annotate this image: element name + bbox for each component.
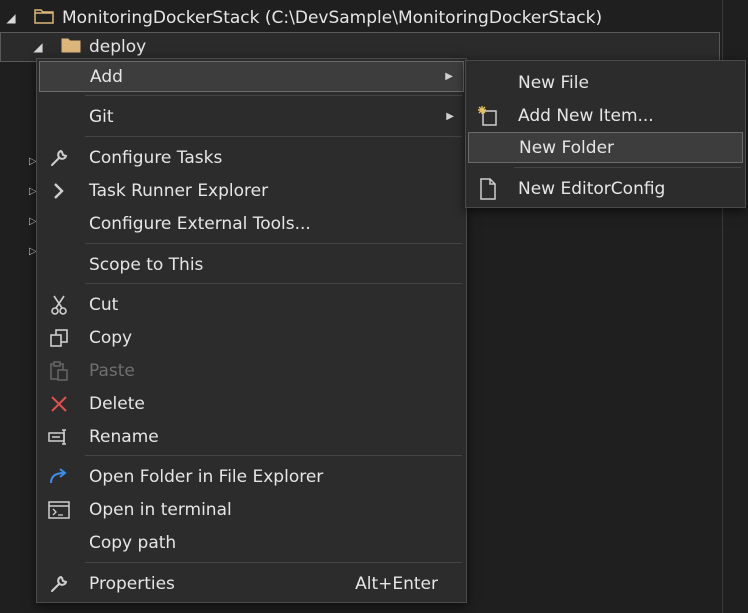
rename-icon	[47, 425, 71, 449]
terminal-icon	[47, 498, 71, 522]
menu-separator	[85, 455, 462, 456]
menu-item-delete[interactable]: Delete	[39, 388, 464, 419]
submenu-item-new-folder[interactable]: New Folder	[468, 132, 743, 163]
paste-icon	[47, 359, 71, 383]
menu-item-label: Add	[90, 66, 123, 87]
menu-item-copy-path[interactable]: Copy path	[39, 527, 464, 558]
menu-item-label: Properties	[89, 573, 175, 594]
menu-item-label: Cut	[89, 294, 119, 315]
menu-item-add[interactable]: Add ▶	[39, 61, 464, 92]
menu-item-copy[interactable]: Copy	[39, 322, 464, 353]
menu-item-label: Add New Item...	[518, 105, 654, 126]
menu-item-label: Open in terminal	[89, 499, 232, 520]
menu-separator	[85, 95, 462, 96]
shortcut-label: Alt+Enter	[355, 573, 438, 594]
add-submenu: New File Add New Item... New Folder New …	[465, 60, 746, 208]
wrench-icon	[47, 146, 71, 170]
menu-item-label: Copy	[89, 327, 133, 348]
delete-x-icon	[47, 392, 71, 416]
expanded-triangle-icon[interactable]: ◢	[4, 11, 18, 25]
folder-icon	[34, 8, 54, 29]
menu-item-configure-external-tools[interactable]: Configure External Tools...	[39, 208, 464, 239]
context-menu: Add ▶ Git ▶ Configure Tasks Task Runner …	[36, 58, 467, 603]
menu-item-git[interactable]: Git ▶	[39, 101, 464, 132]
menu-item-label: New EditorConfig	[518, 178, 666, 199]
tree-root-label: MonitoringDockerStack (C:\DevSample\Moni…	[62, 8, 603, 28]
menu-separator	[85, 283, 462, 284]
submenu-arrow-icon: ▶	[446, 111, 454, 122]
submenu-arrow-icon: ▶	[445, 71, 453, 82]
menu-item-label: New Folder	[519, 137, 615, 158]
menu-item-label: Copy path	[89, 532, 177, 553]
menu-item-rename[interactable]: Rename	[39, 421, 464, 452]
menu-item-cut[interactable]: Cut	[39, 289, 464, 320]
menu-item-label: Git	[89, 106, 114, 127]
menu-item-scope-to-this[interactable]: Scope to This	[39, 249, 464, 280]
scissors-icon	[47, 293, 71, 317]
menu-item-label: Configure Tasks	[89, 147, 223, 168]
file-icon	[476, 177, 500, 201]
open-arrow-icon	[47, 465, 71, 489]
folder-icon	[61, 37, 81, 58]
tree-deploy-label: deploy	[89, 37, 147, 57]
menu-separator	[85, 562, 462, 563]
menu-item-configure-tasks[interactable]: Configure Tasks	[39, 142, 464, 173]
menu-item-label: Open Folder in File Explorer	[89, 466, 324, 487]
expanded-triangle-icon[interactable]: ◢	[31, 40, 45, 54]
menu-item-paste: Paste	[39, 355, 464, 386]
chevron-right-icon	[47, 179, 71, 203]
submenu-item-add-new-item[interactable]: Add New Item...	[468, 100, 743, 131]
new-item-icon	[476, 104, 500, 128]
submenu-item-new-editorconfig[interactable]: New EditorConfig	[468, 173, 743, 204]
menu-item-properties[interactable]: Properties Alt+Enter	[39, 568, 464, 599]
menu-separator	[514, 167, 741, 168]
menu-item-open-folder-in-file-explorer[interactable]: Open Folder in File Explorer	[39, 461, 464, 492]
submenu-item-new-file[interactable]: New File	[468, 67, 743, 98]
menu-item-label: Configure External Tools...	[89, 213, 311, 234]
menu-item-open-in-terminal[interactable]: Open in terminal	[39, 494, 464, 525]
menu-item-label: Delete	[89, 393, 145, 414]
menu-item-label: Task Runner Explorer	[89, 180, 269, 201]
copy-icon	[47, 326, 71, 350]
menu-item-label: Paste	[89, 360, 135, 381]
menu-item-label: Scope to This	[89, 254, 204, 275]
tree-root-row[interactable]: ◢ MonitoringDockerStack (C:\DevSample\Mo…	[0, 3, 602, 33]
menu-item-task-runner-explorer[interactable]: Task Runner Explorer	[39, 175, 464, 206]
menu-item-label: Rename	[89, 426, 159, 447]
wrench-icon	[47, 572, 71, 596]
menu-separator	[85, 243, 462, 244]
menu-separator	[85, 136, 462, 137]
menu-item-label: New File	[518, 72, 589, 93]
